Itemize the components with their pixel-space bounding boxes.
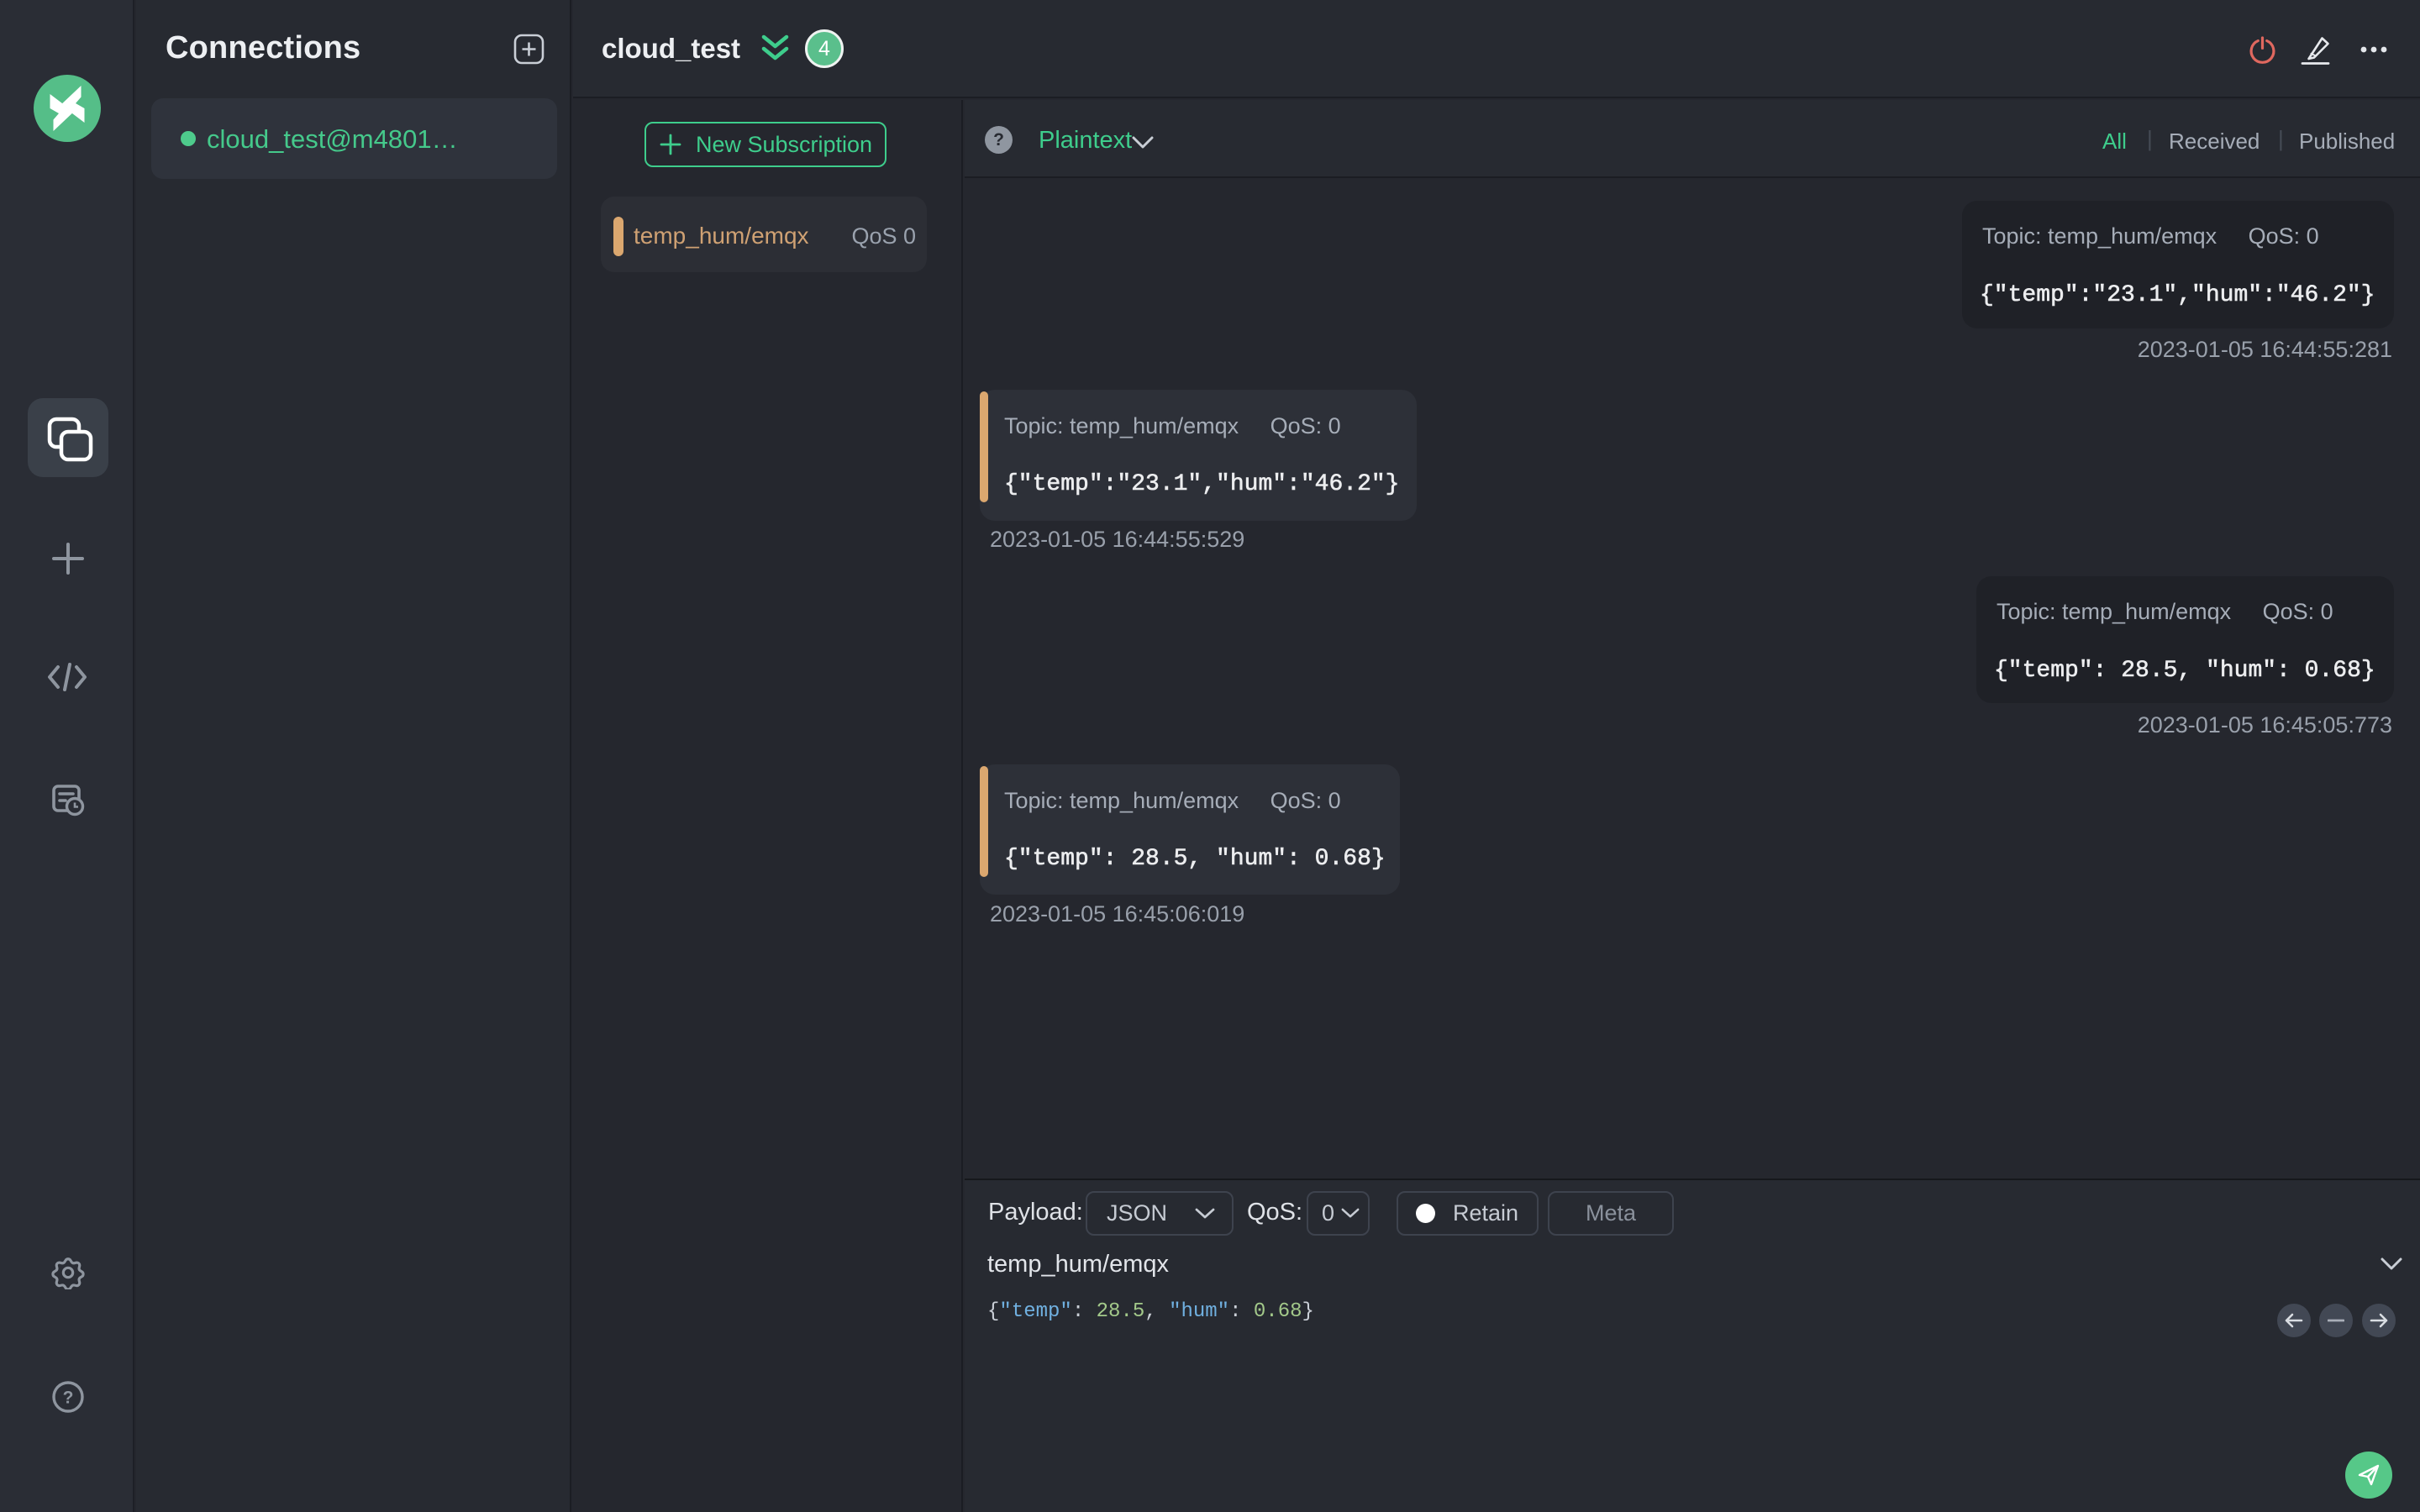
svg-text:?: ? [63,1389,74,1408]
